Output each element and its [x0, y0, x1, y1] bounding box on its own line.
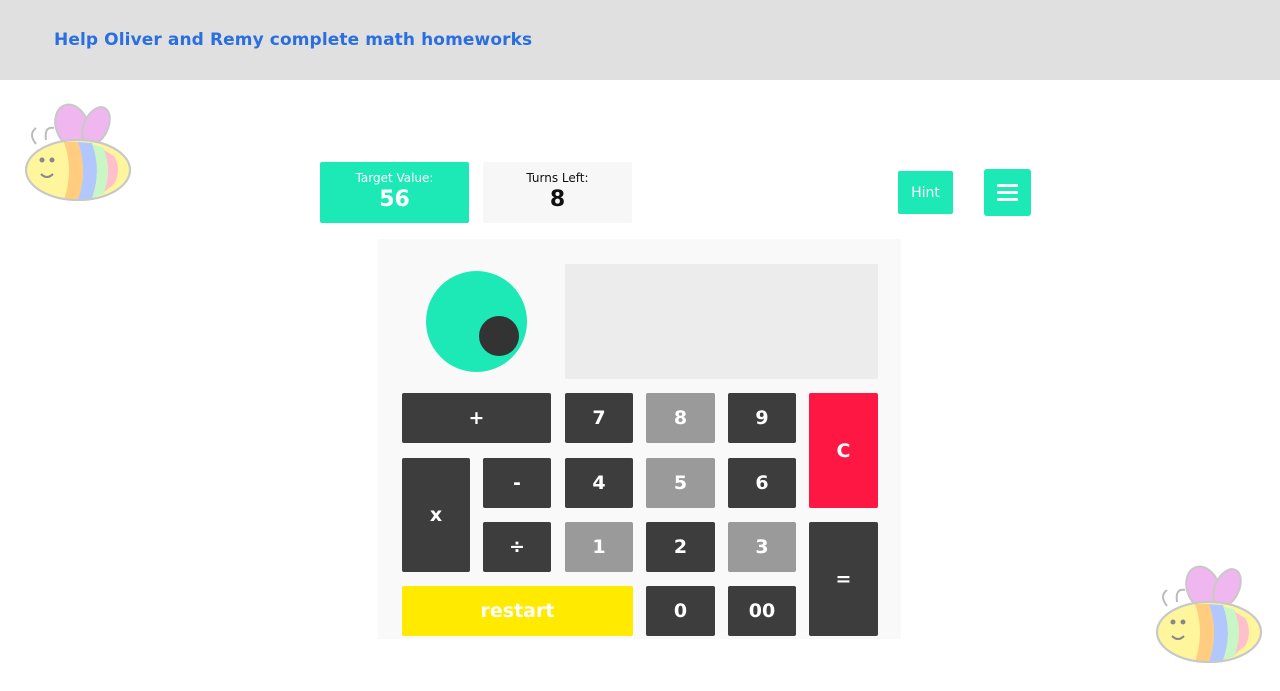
key-5[interactable]: 5	[646, 458, 715, 508]
minus-key[interactable]: -	[483, 458, 551, 508]
key-00[interactable]: 00	[728, 586, 796, 636]
multiply-key[interactable]: x	[402, 458, 470, 572]
key-7[interactable]: 7	[565, 393, 633, 443]
turns-left-card: Turns Left: 8	[483, 162, 632, 223]
key-9[interactable]: 9	[728, 393, 796, 443]
menu-button[interactable]	[984, 169, 1031, 216]
restart-button[interactable]: restart	[402, 586, 633, 636]
hamburger-icon-bar	[997, 184, 1018, 187]
key-1[interactable]: 1	[565, 522, 633, 572]
hint-button[interactable]: Hint	[898, 171, 953, 214]
plus-key[interactable]: +	[402, 393, 551, 443]
key-2[interactable]: 2	[646, 522, 715, 572]
key-0[interactable]: 0	[646, 586, 715, 636]
page-title: Help Oliver and Remy complete math homew…	[54, 30, 533, 50]
key-4[interactable]: 4	[565, 458, 633, 508]
calculator-display	[565, 264, 878, 379]
hamburger-icon-bar	[997, 191, 1018, 194]
bee-illustration	[1156, 565, 1262, 663]
turns-left-value: 8	[549, 187, 566, 212]
character-eye	[479, 316, 519, 356]
turns-left-label: Turns Left:	[526, 171, 589, 185]
hamburger-icon-bar	[997, 198, 1018, 201]
target-value: 56	[379, 187, 410, 212]
top-bar: Help Oliver and Remy complete math homew…	[0, 0, 1280, 80]
target-value-label: Target Value:	[355, 171, 434, 185]
key-6[interactable]: 6	[728, 458, 796, 508]
bee-illustration	[25, 103, 131, 201]
divide-key[interactable]: ÷	[483, 522, 551, 572]
target-value-card: Target Value: 56	[320, 162, 469, 223]
equals-key[interactable]: =	[809, 522, 878, 636]
clear-key[interactable]: C	[809, 393, 878, 508]
key-3[interactable]: 3	[728, 522, 796, 572]
key-8[interactable]: 8	[646, 393, 715, 443]
